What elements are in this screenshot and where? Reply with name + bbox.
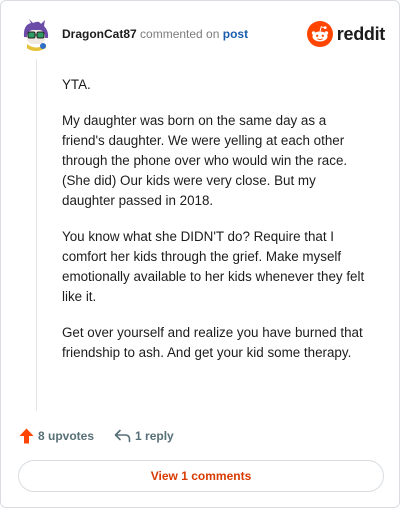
reddit-logo[interactable]: reddit (306, 21, 386, 47)
comment-paragraph: My daughter was born on the same day as … (62, 113, 348, 208)
snoo-avatar-icon[interactable] (19, 17, 53, 51)
comment-actions: 8 upvotes 1 reply (19, 425, 174, 447)
post-link[interactable]: post (223, 27, 248, 41)
comment-paragraph: YTA. (62, 77, 91, 92)
action-text: commented on (140, 27, 220, 41)
brand-wordmark: reddit (336, 23, 386, 44)
reply-button[interactable]: 1 reply (114, 429, 174, 443)
comment-meta: DragonCat87 commented on post (62, 27, 248, 41)
comment-paragraph: Get over yourself and realize you have b… (62, 325, 363, 360)
upvote-count: 8 upvotes (38, 429, 95, 443)
reply-arrow-icon (114, 429, 131, 443)
comment-paragraph: You know what she DIDN'T do? Require tha… (62, 229, 365, 304)
reddit-alien-icon (306, 21, 333, 47)
username-link[interactable]: DragonCat87 (62, 27, 137, 41)
comment-card: DragonCat87 commented on post reddit YTA… (0, 0, 400, 508)
thread-line (36, 59, 37, 411)
upvote-arrow-icon (19, 428, 34, 444)
view-comments-button[interactable]: View 1 comments (18, 460, 384, 492)
upvote-button[interactable]: 8 upvotes (19, 428, 94, 444)
comment-header: DragonCat87 commented on post reddit (19, 17, 385, 51)
reply-count: 1 reply (135, 429, 174, 443)
comment-body: YTA. My daughter was born on the same da… (62, 75, 372, 379)
